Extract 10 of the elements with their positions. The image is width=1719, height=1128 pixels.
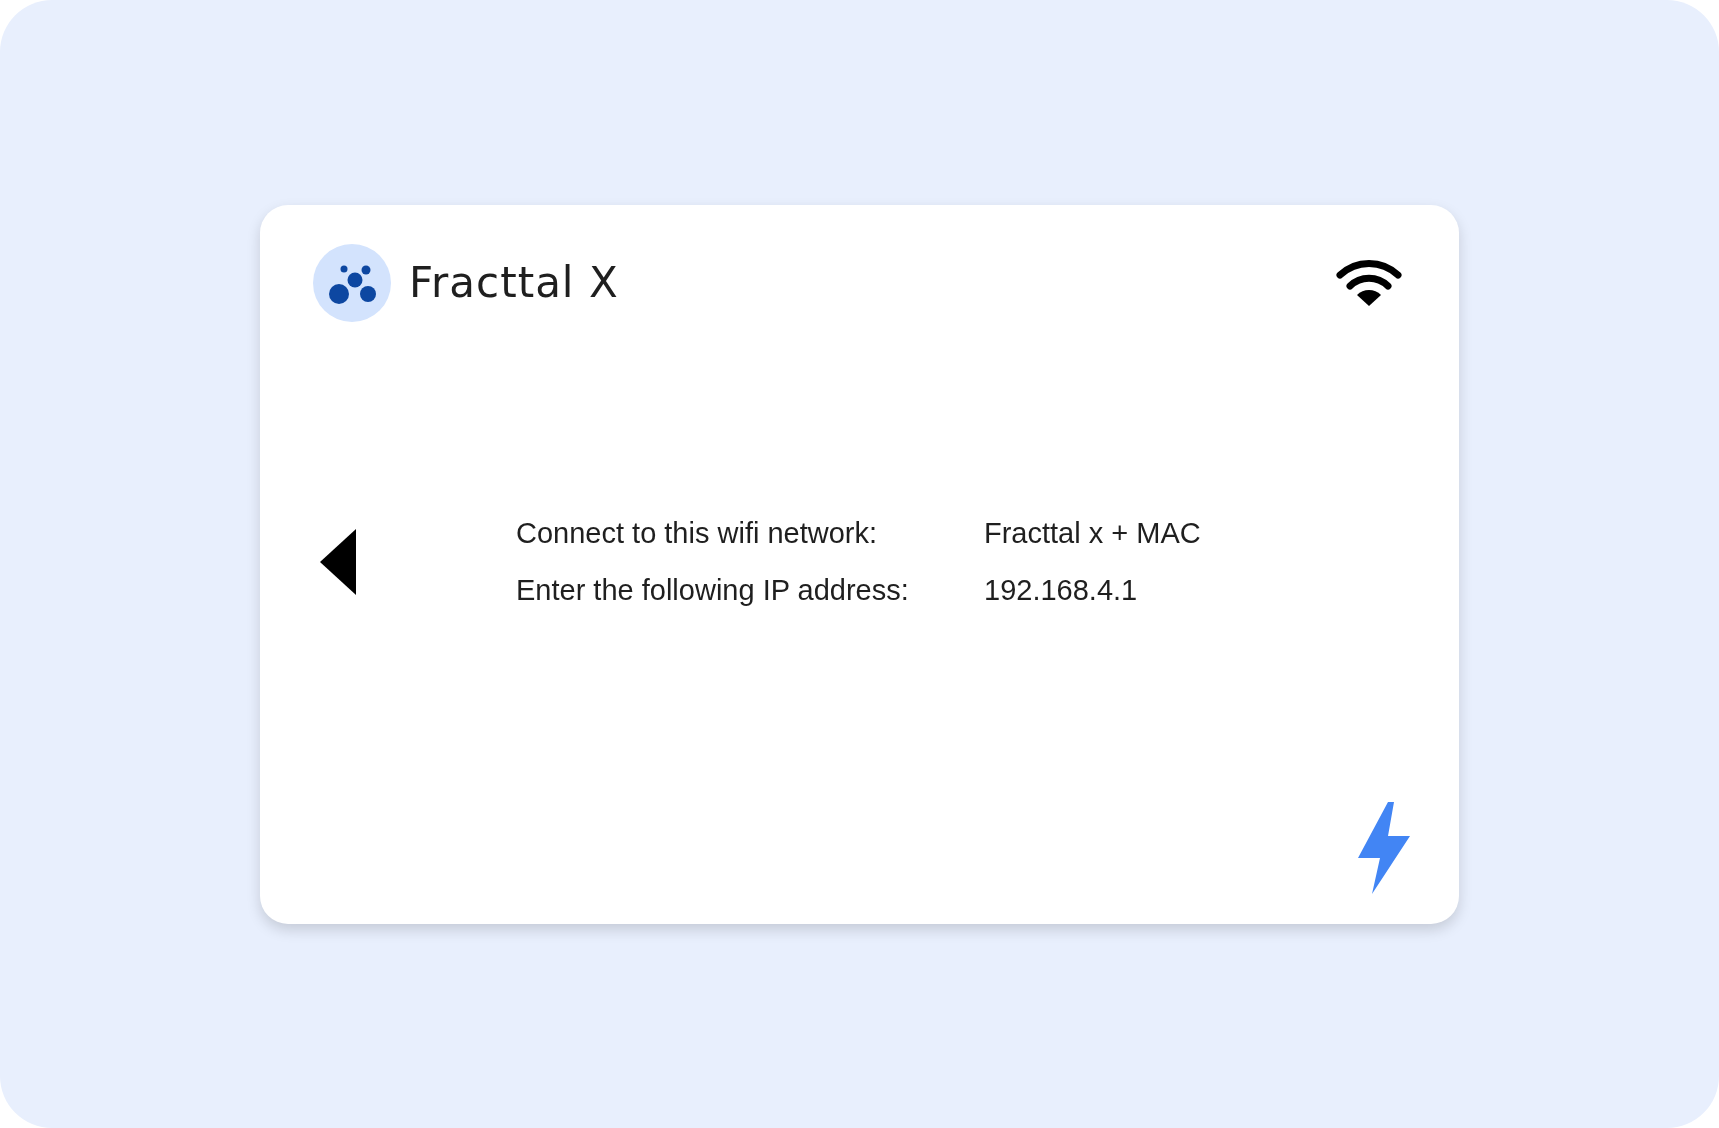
instruction-value: Fracttal x + MAC — [984, 515, 1201, 551]
instruction-label: Connect to this wifi network: — [516, 515, 879, 551]
back-button[interactable] — [320, 528, 356, 595]
instruction-label: Enter the following IP address: — [516, 572, 910, 608]
app-title: Fracttal X — [409, 257, 619, 309]
back-triangle-icon — [320, 528, 356, 595]
lightning-bolt-icon — [1358, 801, 1410, 894]
instruction-value: 192.168.4.1 — [984, 572, 1138, 608]
logo-icon — [313, 243, 391, 322]
wifi-icon — [1336, 258, 1402, 307]
